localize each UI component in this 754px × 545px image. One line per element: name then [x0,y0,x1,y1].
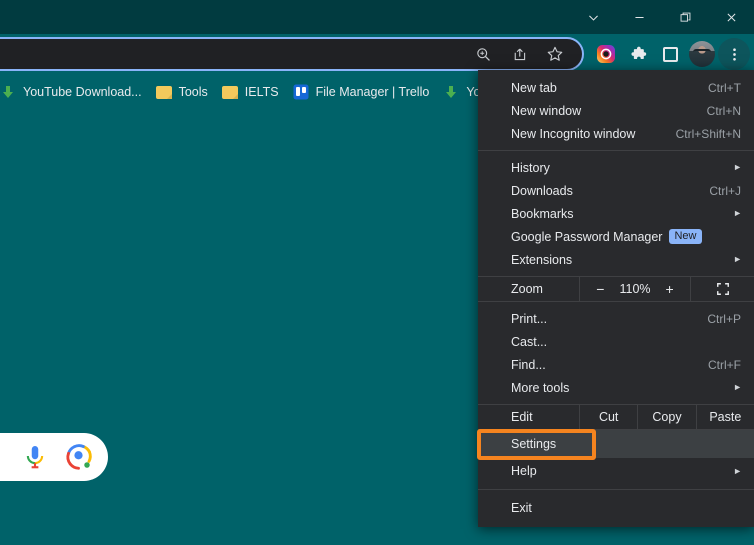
menu-item-shortcut: Ctrl+N [707,104,744,118]
menu-item-label: New Incognito window [511,127,676,141]
menu-item-shortcut: Ctrl+Shift+N [676,127,744,141]
download-arrow-icon [0,84,16,100]
menu-item-bookmarks[interactable]: Bookmarks ► [478,202,754,225]
tab-search-chevron-down-icon[interactable] [570,0,616,34]
menu-item-history[interactable]: History ► [478,156,754,179]
paste-button[interactable]: Paste [696,405,754,429]
menu-item-cast[interactable]: Cast... [478,330,754,353]
menu-item-print[interactable]: Print... Ctrl+P [478,307,754,330]
folder-icon [222,86,238,99]
cut-button[interactable]: Cut [579,405,637,429]
zoom-label: Zoom [478,277,579,301]
fullscreen-button[interactable] [690,277,754,301]
menu-item-more-tools[interactable]: More tools ► [478,376,754,399]
new-badge: New [669,229,701,244]
submenu-arrow-icon: ► [733,467,744,476]
menu-item-label: Exit [511,501,744,515]
edit-row: Edit Cut Copy Paste [478,404,754,430]
menu-item-extensions[interactable]: Extensions ► [478,248,754,271]
submenu-arrow-icon: ► [733,209,744,218]
menu-item-label: Cast... [511,335,744,349]
menu-item-shortcut: Ctrl+F [708,358,744,372]
bookmark-item[interactable]: YouTube Download... [0,80,149,104]
zoom-controls: − 110% + [579,277,690,301]
menu-item-label: Settings [511,437,744,451]
share-icon[interactable] [502,39,536,69]
zoom-level-value: 110% [610,282,659,296]
paste-label: Paste [709,410,741,424]
menu-item-label: More tools [511,381,733,395]
bookmark-label: YouTube Download... [23,85,142,99]
menu-item-label: Find... [511,358,708,372]
menu-item-new-incognito-window[interactable]: New Incognito window Ctrl+Shift+N [478,122,754,145]
menu-item-find[interactable]: Find... Ctrl+F [478,353,754,376]
bookmark-star-icon[interactable] [538,39,572,69]
restore-icon[interactable] [662,0,708,34]
menu-item-shortcut: Ctrl+J [709,184,744,198]
chrome-main-menu: New tab Ctrl+T New window Ctrl+N New Inc… [478,70,754,527]
copy-button[interactable]: Copy [637,405,695,429]
submenu-arrow-icon: ► [733,383,744,392]
title-bar [0,0,754,34]
menu-divider [478,150,754,151]
menu-item-label: History [511,161,733,175]
bookmark-label: IELTS [245,85,279,99]
bookmark-item[interactable]: File Manager | Trello [286,80,437,104]
edit-label: Edit [478,405,579,429]
sidepanel-square-icon[interactable] [654,38,686,70]
menu-item-shortcut: Ctrl+T [708,81,744,95]
menu-item-shortcut: Ctrl+P [707,312,744,326]
fullscreen-icon [716,282,730,296]
three-dot-menu-icon[interactable] [718,38,750,70]
zoom-row: Zoom − 110% + [478,276,754,302]
menu-item-label: Extensions [511,253,733,267]
menu-item-label: Google Password Manager [511,230,662,244]
google-mic-icon[interactable] [20,442,50,472]
browser-window: YouTube Download... Tools IELTS File Man… [0,0,754,545]
submenu-arrow-icon: ► [733,163,744,172]
bookmark-item[interactable]: Tools [149,80,215,104]
menu-item-label: Bookmarks [511,207,733,221]
menu-item-label: Downloads [511,184,709,198]
bookmark-label: Tools [179,85,208,99]
download-arrow-icon [443,84,459,100]
avatar [689,41,715,67]
menu-item-help[interactable]: Help ► [478,458,754,484]
toolbar-actions [590,37,750,71]
menu-item-label: Print... [511,312,707,326]
submenu-arrow-icon: ► [733,255,744,264]
edit-label-text: Edit [511,410,533,424]
menu-item-label: Help [511,464,733,478]
bookmark-item[interactable]: IELTS [215,80,286,104]
zoom-in-button[interactable]: + [660,281,680,297]
menu-item-label: New tab [511,81,708,95]
instagram-extension-icon[interactable] [590,38,622,70]
menu-item-new-window[interactable]: New window Ctrl+N [478,99,754,122]
minimize-icon[interactable] [616,0,662,34]
zoom-label-text: Zoom [511,282,543,296]
square-glyph [663,47,678,62]
zoom-out-button[interactable]: − [590,281,610,297]
menu-item-new-tab[interactable]: New tab Ctrl+T [478,76,754,99]
folder-icon [156,86,172,99]
address-bar[interactable] [0,37,584,71]
profile-avatar[interactable] [686,38,718,70]
menu-divider [478,489,754,490]
menu-item-exit[interactable]: Exit [478,495,754,521]
copy-label: Copy [652,410,681,424]
menu-item-settings[interactable]: Settings [478,430,754,458]
trello-icon [293,84,309,100]
menu-item-downloads[interactable]: Downloads Ctrl+J [478,179,754,202]
bookmark-label: File Manager | Trello [316,85,430,99]
google-lens-icon[interactable] [64,442,94,472]
menu-item-google-password-manager[interactable]: Google Password Manager New [478,225,754,248]
extensions-puzzle-icon[interactable] [622,38,654,70]
close-icon[interactable] [708,0,754,34]
google-search-widget[interactable] [0,433,108,481]
menu-item-label: New window [511,104,707,118]
cut-label: Cut [599,410,618,424]
zoom-search-icon[interactable] [466,39,500,69]
